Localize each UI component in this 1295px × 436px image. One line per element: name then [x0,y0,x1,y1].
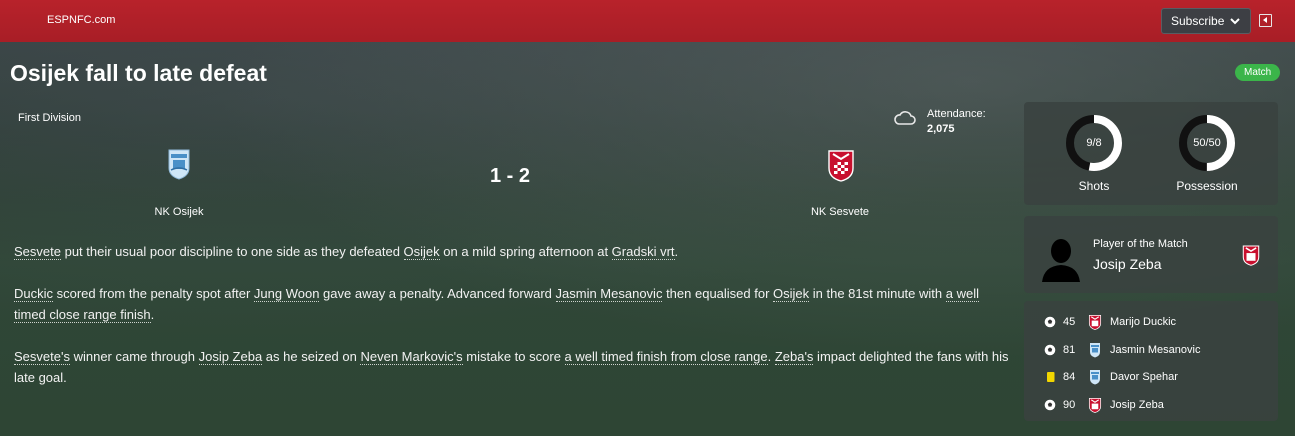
report-paragraph-1: Sesvete put their usual poor discipline … [14,241,1009,262]
event-player-name[interactable]: Davor Spehar [1110,371,1178,383]
report-link[interactable]: a well timed finish from close range [564,349,768,365]
player-silhouette-avatar [1036,232,1086,282]
report-link[interactable]: Gradski vrt [611,244,675,260]
nk-osijek-crest[interactable] [167,148,191,180]
possession-label: Possession [1176,179,1238,193]
nk-sesvete-crest-small [1088,397,1102,413]
brand-label: ESPNFC.com [47,14,116,26]
event-minute: 45 [1063,316,1076,328]
shots-label: Shots [1078,179,1110,193]
report-link[interactable]: Osijek [773,286,810,302]
report-link[interactable]: Josip Zeba [198,349,263,365]
event-player-name[interactable]: Josip Zeba [1110,399,1164,411]
attendance-value: 2,075 [927,123,955,135]
report-text: on a mild spring afternoon at [439,244,612,259]
player-of-the-match-panel[interactable]: Player of the Match Josip Zeba [1024,216,1278,293]
match-events-panel: 45 Marijo Duckic 81 Jasmin Mesanovic 84 Davor… [1024,301,1278,421]
report-link[interactable]: Sesvete [14,244,61,260]
report-link[interactable]: Sesvete's [14,349,70,365]
competition-link[interactable]: First Division [18,112,81,124]
shots-value: 9/8 [1086,137,1102,149]
cloud-icon [893,108,917,128]
nk-osijek-crest-small [1088,342,1102,358]
subscribe-label: Subscribe [1171,14,1225,28]
report-paragraph-2: Duckic scored from the penalty spot afte… [14,283,1009,325]
ball-icon [1044,399,1056,411]
event-row[interactable]: 90 Josip Zeba [1024,396,1278,416]
potm-label: Player of the Match [1093,238,1188,250]
nk-sesvete-crest-small [1242,244,1260,266]
page-title: Osijek fall to late defeat [10,60,267,86]
ball-icon [1044,344,1056,356]
report-link[interactable]: Zeba's [774,349,814,365]
away-team-name[interactable]: NK Sesvete [780,206,900,218]
event-minute: 81 [1063,344,1076,356]
report-link[interactable]: Jasmin Mesanovic [555,286,663,302]
event-row[interactable]: 81 Jasmin Mesanovic [1024,341,1278,361]
attendance-label: Attendance: [927,108,986,120]
yellow-card-icon [1044,371,1056,383]
event-player-name[interactable]: Jasmin Mesanovic [1110,344,1200,356]
report-text: . [150,307,155,322]
nk-osijek-crest-small [1088,369,1102,385]
report-text: mistake to score [462,349,565,364]
report-link[interactable]: Neven Markovic's [360,349,463,365]
event-minute: 84 [1063,371,1076,383]
chevron-down-icon [1229,14,1241,31]
nk-sesvete-crest[interactable] [827,148,855,182]
report-link[interactable]: Duckic [14,286,54,302]
match-tag-badge: Match [1235,64,1281,81]
report-text: as he seized on [262,349,361,364]
report-text: then equalised for [662,286,774,301]
top-bar: ESPNFC.com Subscribe [0,0,1295,42]
subscribe-button[interactable]: Subscribe [1161,8,1251,34]
potm-name: Josip Zeba [1093,256,1162,272]
event-minute: 90 [1063,399,1076,411]
match-stats-panel: 9/8 Shots 50/50 Possession [1024,102,1278,205]
report-text: winner came through [69,349,199,364]
possession-value: 50/50 [1193,137,1221,149]
report-paragraph-3: Sesvete's winner came through Josip Zeba… [14,346,1009,388]
report-link[interactable]: Osijek [403,244,440,260]
report-text: gave away a penalty. Advanced forward [319,286,556,301]
event-row[interactable]: 84 Davor Spehar [1024,368,1278,388]
report-link[interactable]: Jung Woon [253,286,320,302]
report-text: scored from the penalty spot after [53,286,254,301]
report-text: . [767,349,775,364]
match-score: 1 - 2 [489,165,531,187]
report-text: in the 81st minute with [809,286,946,301]
shots-ring: 9/8 [1064,113,1124,173]
event-player-name[interactable]: Marijo Duckic [1110,316,1176,328]
home-team-name[interactable]: NK Osijek [119,206,239,218]
nk-sesvete-crest-small [1088,314,1102,330]
event-row[interactable]: 45 Marijo Duckic [1024,313,1278,333]
ball-icon [1044,316,1056,328]
possession-ring: 50/50 [1177,113,1237,173]
report-text: put their usual poor discipline to one s… [60,244,404,259]
collapse-panel-icon[interactable] [1259,14,1272,27]
report-text: . [674,244,679,259]
